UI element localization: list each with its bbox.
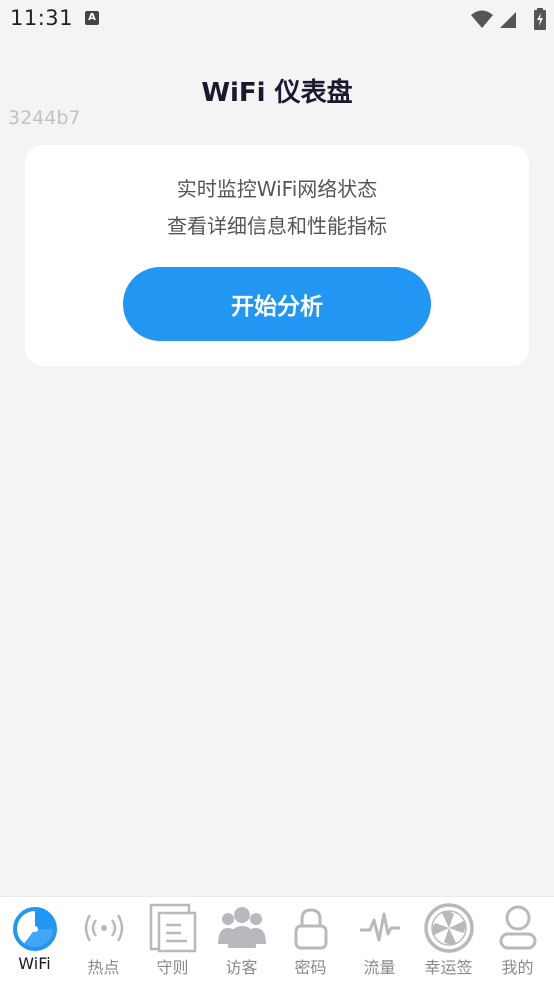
build-id: 3244b7: [8, 107, 81, 129]
broadcast-icon: [69, 903, 138, 953]
nav-item-wifi[interactable]: WiFi: [0, 897, 69, 984]
nav-item-traffic[interactable]: 流量: [345, 897, 414, 984]
fan-icon: [414, 903, 483, 953]
nav-label-password: 密码: [294, 958, 327, 977]
nav-label-wifi: WiFi: [18, 954, 51, 973]
page-title: WiFi 仪表盘: [201, 78, 353, 108]
pie-chart-icon: [0, 903, 69, 953]
status-bar: 11:31 A: [0, 0, 554, 40]
document-icon: [138, 903, 207, 953]
cell-signal-icon: [500, 12, 516, 28]
nav-label-fortune: 幸运签: [424, 958, 473, 977]
card-description-line-2: 查看详细信息和性能指标: [167, 214, 387, 238]
waveform-icon: [345, 903, 414, 953]
bottom-nav: WiFi 热点 守则 访客 密码 流量 幸运签 我的: [0, 896, 554, 984]
nav-item-hotspot[interactable]: 热点: [69, 897, 138, 984]
nav-label-visitors: 访客: [225, 958, 258, 977]
card-description-line-1: 实时监控WiFi网络状态: [176, 177, 378, 201]
user-icon: [483, 903, 552, 953]
start-analysis-button[interactable]: 开始分析: [123, 267, 431, 341]
nav-label-rules: 守则: [156, 958, 189, 977]
nav-item-password[interactable]: 密码: [276, 897, 345, 984]
nav-item-profile[interactable]: 我的: [483, 897, 552, 984]
people-icon: [207, 903, 276, 953]
battery-icon: [534, 8, 546, 30]
intro-card: 实时监控WiFi网络状态 查看详细信息和性能指标 开始分析: [25, 145, 529, 366]
lock-icon: [276, 903, 345, 953]
nav-label-hotspot: 热点: [87, 958, 120, 977]
nav-label-profile: 我的: [501, 958, 534, 977]
notification-icon: A: [85, 11, 99, 25]
nav-item-visitors[interactable]: 访客: [207, 897, 276, 984]
wifi-signal-icon: [471, 10, 493, 28]
nav-item-fortune[interactable]: 幸运签: [414, 897, 483, 984]
screen: 11:31 A WiFi 仪表盘 3244b7 实时监控WiFi网络状态 查看详…: [0, 0, 554, 984]
nav-label-traffic: 流量: [363, 958, 396, 977]
status-time: 11:31: [10, 6, 74, 30]
nav-item-rules[interactable]: 守则: [138, 897, 207, 984]
